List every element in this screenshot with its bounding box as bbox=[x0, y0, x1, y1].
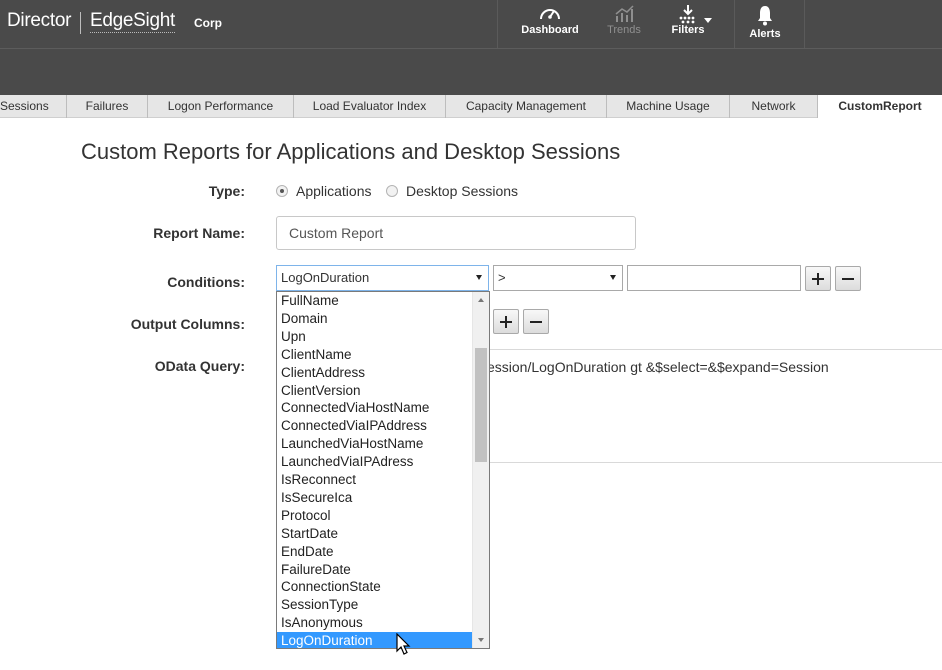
dropdown-option[interactable]: Domain bbox=[277, 310, 472, 328]
nav-divider bbox=[734, 0, 735, 48]
chevron-down-icon bbox=[610, 275, 616, 280]
dropdown-option[interactable]: StartDate bbox=[277, 525, 472, 543]
dropdown-option[interactable]: SessionType bbox=[277, 596, 472, 614]
minus-icon bbox=[842, 278, 854, 280]
minus-icon bbox=[530, 321, 542, 323]
remove-condition-button[interactable] bbox=[835, 266, 861, 291]
report-name-label: Report Name: bbox=[153, 225, 245, 241]
odata-query-text: ession/LogOnDuration gt &$select=&$expan… bbox=[487, 359, 829, 375]
brand-product: EdgeSight bbox=[90, 10, 175, 33]
condition-field-value: LogOnDuration bbox=[281, 270, 370, 285]
condition-value-input[interactable] bbox=[627, 265, 801, 291]
tab-logon-performance[interactable]: Logon Performance bbox=[148, 95, 294, 118]
condition-operator-select[interactable]: > bbox=[493, 265, 623, 291]
dropdown-option[interactable]: ClientVersion bbox=[277, 382, 472, 400]
dropdown-option[interactable]: LaunchedViaIPAdress bbox=[277, 453, 472, 471]
tab-capacity-management[interactable]: Capacity Management bbox=[446, 95, 607, 118]
nav-filters-label: Filters bbox=[671, 24, 705, 36]
dropdown-option[interactable]: FullName bbox=[277, 292, 472, 310]
plus-icon-stem bbox=[817, 273, 819, 285]
type-applications-radio[interactable] bbox=[276, 185, 288, 197]
filters-chevron-down-icon[interactable] bbox=[703, 18, 713, 24]
scroll-down-arrow-icon[interactable] bbox=[478, 638, 484, 642]
nav-trends-label: Trends bbox=[607, 24, 641, 36]
dropdown-option[interactable]: ClientName bbox=[277, 346, 472, 364]
sub-header-bar bbox=[0, 48, 942, 95]
tab-customreport[interactable]: CustomReport bbox=[818, 95, 942, 119]
report-tabs: Sessions Failures Logon Performance Load… bbox=[0, 95, 942, 119]
plus-icon-stem bbox=[505, 316, 507, 328]
dropdown-option[interactable]: ConnectionState bbox=[277, 578, 472, 596]
tab-load-evaluator-index[interactable]: Load Evaluator Index bbox=[294, 95, 446, 118]
dropdown-option[interactable]: IsAnonymous bbox=[277, 614, 472, 632]
nav-divider bbox=[497, 0, 498, 48]
brand-divider bbox=[80, 12, 81, 34]
filters-funnel-icon bbox=[679, 5, 695, 24]
nav-dashboard-button[interactable]: Dashboard bbox=[515, 0, 585, 48]
tenant-name: Corp bbox=[194, 16, 222, 30]
app-window: Director EdgeSight Corp Dashboard Trends bbox=[0, 0, 942, 670]
dropdown-option[interactable]: FailureDate bbox=[277, 561, 472, 579]
condition-field-select[interactable]: LogOnDuration bbox=[276, 265, 489, 291]
nav-dashboard-label: Dashboard bbox=[521, 24, 579, 36]
chevron-down-icon bbox=[476, 275, 482, 280]
tab-network[interactable]: Network bbox=[730, 95, 818, 118]
tab-machine-usage[interactable]: Machine Usage bbox=[607, 95, 730, 118]
condition-field-dropdown-list[interactable]: FullName Domain Upn ClientName ClientAddress… bbox=[276, 291, 490, 649]
type-desktop-sessions-label[interactable]: Desktop Sessions bbox=[406, 183, 518, 199]
dropdown-option[interactable]: Protocol bbox=[277, 507, 472, 525]
nav-trends-button[interactable]: Trends bbox=[598, 0, 650, 48]
dropdown-scrollbar[interactable] bbox=[472, 292, 489, 648]
odata-query-panel: ession/LogOnDuration gt &$select=&$expan… bbox=[487, 349, 942, 463]
trends-chart-icon bbox=[615, 5, 634, 22]
scroll-up-arrow-icon[interactable] bbox=[478, 298, 484, 302]
odata-query-label: OData Query: bbox=[154, 358, 245, 374]
add-condition-button[interactable] bbox=[805, 266, 831, 291]
page-title: Custom Reports for Applications and Desk… bbox=[81, 139, 621, 164]
add-output-column-button[interactable] bbox=[493, 309, 519, 334]
top-header: Director EdgeSight Corp Dashboard Trends bbox=[0, 0, 942, 48]
condition-operator-value: > bbox=[498, 270, 506, 285]
dropdown-option[interactable]: IsSecureIca bbox=[277, 489, 472, 507]
dropdown-option[interactable]: Upn bbox=[277, 328, 472, 346]
dropdown-option[interactable]: LaunchedViaHostName bbox=[277, 435, 472, 453]
tab-failures[interactable]: Failures bbox=[67, 95, 148, 118]
nav-filters-button[interactable]: Filters bbox=[662, 0, 714, 48]
dropdown-option[interactable]: LogOnDuration bbox=[277, 632, 472, 648]
tab-sessions[interactable]: Sessions bbox=[0, 95, 67, 118]
nav-alerts-button[interactable]: Alerts bbox=[740, 0, 790, 48]
dropdown-option[interactable]: ClientAddress bbox=[277, 364, 472, 382]
type-applications-label[interactable]: Applications bbox=[296, 183, 372, 199]
remove-output-column-button[interactable] bbox=[523, 309, 549, 334]
brand-director: Director bbox=[7, 10, 72, 31]
conditions-label: Conditions: bbox=[167, 274, 245, 290]
mouse-pointer-icon bbox=[396, 633, 411, 655]
scrollbar-thumb[interactable] bbox=[475, 348, 487, 462]
type-desktop-sessions-radio[interactable] bbox=[386, 185, 398, 197]
report-name-input[interactable]: Custom Report bbox=[276, 216, 636, 250]
type-label: Type: bbox=[208, 183, 245, 199]
dropdown-option[interactable]: ConnectedViaIPAddress bbox=[277, 417, 472, 435]
dropdown-option[interactable]: EndDate bbox=[277, 543, 472, 561]
nav-alerts-label: Alerts bbox=[749, 28, 781, 40]
alerts-bell-icon bbox=[758, 6, 772, 26]
dropdown-option[interactable]: IsReconnect bbox=[277, 471, 472, 489]
dashboard-gauge-icon bbox=[540, 9, 560, 20]
output-columns-label: Output Columns: bbox=[130, 316, 245, 332]
nav-divider bbox=[804, 0, 805, 48]
dropdown-option[interactable]: ConnectedViaHostName bbox=[277, 399, 472, 417]
